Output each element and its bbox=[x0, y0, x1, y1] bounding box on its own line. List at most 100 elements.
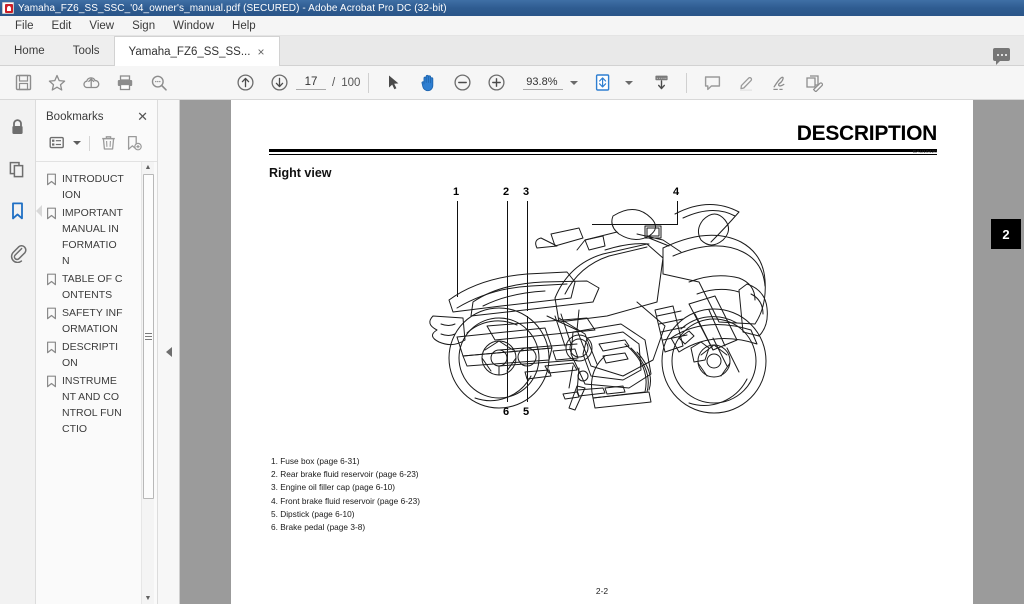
bookmarks-list[interactable]: INTRODUCTION IMPORTANT MANUAL INFORMATIO… bbox=[36, 162, 157, 604]
document-viewport[interactable]: DESCRIPTION EAU10420 Right view 1 2 3 4 bbox=[180, 100, 1024, 604]
hand-tool-icon[interactable] bbox=[411, 68, 445, 98]
title-bar: Yamaha_FZ6_SS_SSC_'04_owner's_manual.pdf… bbox=[0, 0, 1024, 16]
bookmark-options-icon[interactable] bbox=[46, 133, 68, 153]
zoom-in-icon[interactable] bbox=[479, 68, 513, 98]
scroll-mode-icon[interactable] bbox=[644, 68, 678, 98]
app-body: Bookmarks ✕ INTRODUCTION IMPORTANT MANUA… bbox=[0, 100, 1024, 604]
page-fit-chevron-icon[interactable] bbox=[620, 68, 638, 98]
header-rule-thin bbox=[269, 153, 937, 155]
legend-item: 6. Brake pedal (page 3-8) bbox=[271, 522, 366, 533]
star-icon[interactable] bbox=[40, 68, 74, 98]
tab-home-label: Home bbox=[14, 44, 45, 57]
previous-page-icon[interactable] bbox=[228, 68, 262, 98]
reference-code: EAU10420 bbox=[913, 149, 937, 154]
page-separator: / bbox=[332, 76, 336, 89]
list-item[interactable]: TABLE OF CONTENTS bbox=[36, 270, 157, 304]
bookmark-label: SAFETY INFORMATION bbox=[62, 307, 123, 335]
select-cursor-icon[interactable] bbox=[377, 68, 411, 98]
bike-drawing bbox=[427, 198, 787, 433]
menu-sign[interactable]: Sign bbox=[123, 18, 164, 34]
signature-icon[interactable] bbox=[763, 68, 797, 98]
tab-document-label: Yamaha_FZ6_SS_SS... bbox=[128, 45, 251, 58]
delete-bookmark-icon[interactable] bbox=[97, 133, 119, 153]
bookmarks-panel: Bookmarks ✕ INTRODUCTION IMPORTANT MANUA… bbox=[36, 100, 158, 604]
section-title: Right view bbox=[269, 166, 332, 180]
collapse-left-icon[interactable] bbox=[165, 347, 172, 357]
new-bookmark-icon[interactable] bbox=[123, 133, 145, 153]
list-item[interactable]: INTRODUCTION bbox=[36, 170, 157, 204]
scrollbar-thumb[interactable] bbox=[142, 174, 154, 499]
next-page-icon[interactable] bbox=[262, 68, 296, 98]
scroll-up-icon[interactable]: ▲ bbox=[145, 162, 152, 173]
highlight-icon[interactable] bbox=[729, 68, 763, 98]
bookmark-label: TABLE OF CONTENTS bbox=[62, 273, 123, 301]
page-fit-icon[interactable] bbox=[586, 68, 620, 98]
zoom-out-icon[interactable] bbox=[445, 68, 479, 98]
bookmark-options-chevron-icon[interactable] bbox=[72, 133, 82, 153]
upload-to-cloud-icon[interactable] bbox=[74, 68, 108, 98]
callout-4: 4 bbox=[673, 186, 680, 198]
tab-home[interactable]: Home bbox=[0, 36, 59, 65]
menu-file[interactable]: File bbox=[6, 18, 43, 34]
bookmark-item-icon bbox=[46, 307, 57, 337]
save-icon[interactable] bbox=[6, 68, 40, 98]
legend-item: 5. Dipstick (page 6-10) bbox=[271, 508, 355, 519]
page-thumbnails-icon[interactable] bbox=[5, 156, 31, 182]
bookmarks-scrollbar[interactable]: ▲ ▼ bbox=[141, 162, 154, 604]
list-item[interactable]: SAFETY INFORMATION bbox=[36, 304, 157, 338]
callout-3: 3 bbox=[523, 186, 530, 198]
print-icon[interactable] bbox=[108, 68, 142, 98]
acrobat-window: Yamaha_FZ6_SS_SSC_'04_owner's_manual.pdf… bbox=[0, 0, 1024, 604]
menu-view[interactable]: View bbox=[80, 18, 123, 34]
comment-icon[interactable] bbox=[695, 68, 729, 98]
bookmark-label: INTRODUCTION bbox=[62, 173, 124, 201]
search-icon[interactable] bbox=[142, 68, 176, 98]
page-total: 100 bbox=[341, 76, 361, 89]
bookmark-item-icon bbox=[46, 207, 57, 269]
callout-1: 1 bbox=[453, 186, 460, 198]
tab-tools[interactable]: Tools bbox=[58, 36, 114, 65]
menu-help[interactable]: Help bbox=[223, 18, 265, 34]
tab-document[interactable]: Yamaha_FZ6_SS_SS... × bbox=[113, 36, 281, 66]
list-item[interactable]: DESCRIPTION bbox=[36, 338, 157, 372]
legend-item: 4. Front brake fluid reservoir (page 6-2… bbox=[271, 495, 420, 506]
toolbar: / 100 93.8% bbox=[0, 66, 1024, 100]
page-footer-number: 2-2 bbox=[595, 586, 609, 596]
page-number-input[interactable] bbox=[296, 75, 326, 90]
header-rule-thick bbox=[269, 149, 937, 152]
chevron-down-icon[interactable] bbox=[570, 80, 579, 85]
zoom-level-value: 93.8% bbox=[523, 75, 564, 90]
figure-legend: 1. Fuse box (page 6-31) 2. Rear brake fl… bbox=[271, 455, 420, 534]
panel-collapse-divider[interactable] bbox=[158, 100, 180, 604]
tab-bar: Home Tools Yamaha_FZ6_SS_SS... × bbox=[0, 36, 1024, 66]
close-icon[interactable]: ✕ bbox=[137, 110, 148, 123]
scroll-down-icon[interactable]: ▼ bbox=[145, 593, 152, 604]
stamp-icon[interactable] bbox=[797, 68, 831, 98]
legend-item: 1. Fuse box (page 6-31) bbox=[271, 456, 360, 466]
list-item[interactable]: IMPORTANT MANUAL INFORMATION bbox=[36, 204, 157, 270]
close-icon[interactable]: × bbox=[256, 46, 265, 58]
bookmarks-panel-header: Bookmarks ✕ bbox=[36, 100, 157, 131]
zoom-control[interactable]: 93.8% bbox=[523, 75, 579, 90]
attachments-icon[interactable] bbox=[5, 240, 31, 266]
bookmark-item-icon bbox=[46, 341, 57, 371]
legend-item: 3. Engine oil filler cap (page 6-10) bbox=[271, 482, 396, 493]
bookmarks-icon[interactable] bbox=[5, 198, 42, 224]
legend-item: 2. Rear brake fluid reservoir (page 6-23… bbox=[271, 469, 419, 480]
bookmarks-panel-toolbar bbox=[36, 131, 157, 162]
bookmark-label: INSTRUMENT AND CONTROL FUNCTIO bbox=[62, 375, 122, 435]
tab-bar-right bbox=[993, 48, 1024, 65]
window-title: Yamaha_FZ6_SS_SSC_'04_owner's_manual.pdf… bbox=[18, 2, 447, 14]
security-lock-icon[interactable] bbox=[5, 114, 31, 140]
bookmark-item-icon bbox=[46, 375, 57, 437]
page-title: DESCRIPTION bbox=[796, 122, 938, 145]
comment-bubble-icon[interactable] bbox=[993, 48, 1010, 65]
bookmark-label: DESCRIPTION bbox=[62, 341, 119, 369]
list-item[interactable]: INSTRUMENT AND CONTROL FUNCTIO bbox=[36, 372, 157, 438]
page-navigation: / 100 bbox=[296, 75, 360, 90]
menu-edit[interactable]: Edit bbox=[43, 18, 81, 34]
bookmarks-panel-title: Bookmarks bbox=[46, 110, 104, 123]
navigation-rail bbox=[0, 100, 42, 604]
menu-window[interactable]: Window bbox=[164, 18, 223, 34]
bookmark-item-icon bbox=[46, 173, 57, 203]
